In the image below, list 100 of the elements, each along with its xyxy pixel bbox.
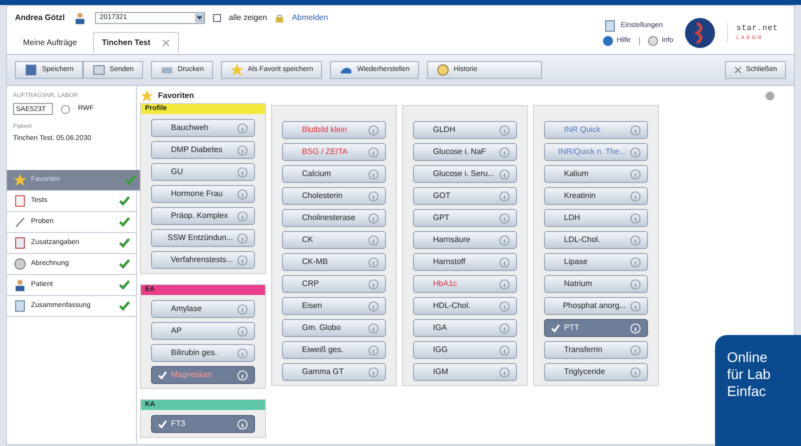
- test-button[interactable]: Kalium: [544, 165, 648, 183]
- test-button[interactable]: Präop. Komplex: [151, 207, 255, 225]
- checkmark-icon: [551, 324, 560, 332]
- test-button[interactable]: DMP Diabetes: [151, 141, 255, 159]
- info-icon: [368, 344, 379, 356]
- test-button[interactable]: GLDH: [413, 121, 517, 139]
- help-icon: [602, 36, 613, 46]
- test-button[interactable]: CRP: [282, 275, 386, 293]
- document-icon: [13, 299, 27, 313]
- test-button[interactable]: Bilirubin ges.: [151, 344, 255, 362]
- info-icon: [368, 146, 379, 158]
- list-icon: [13, 194, 27, 208]
- test-button[interactable]: Amylase: [151, 300, 255, 318]
- person-icon: [13, 278, 27, 292]
- test-button[interactable]: Cholinesterase: [282, 209, 386, 227]
- test-button[interactable]: BSG / ZEITA: [282, 143, 386, 161]
- info-icon: [368, 124, 379, 136]
- pen-icon: [13, 215, 27, 229]
- info-icon: [368, 190, 379, 202]
- test-button[interactable]: Gamma GT: [282, 363, 386, 381]
- info-icon: [630, 124, 641, 136]
- info-icon: [648, 36, 658, 46]
- test-button[interactable]: Eisen: [282, 297, 386, 315]
- help-icon[interactable]: [765, 91, 775, 101]
- info-icon: [499, 234, 510, 246]
- info-icon: [368, 212, 379, 224]
- info-icon: [630, 168, 641, 180]
- test-button[interactable]: Kreatinin: [544, 187, 648, 205]
- favorites-title: Favoriten: [158, 90, 194, 102]
- info-icon: [499, 146, 510, 158]
- banner-text: für Lab: [727, 366, 772, 383]
- info-icon: [630, 256, 641, 268]
- logo-text: star.net: [736, 22, 778, 35]
- test-button[interactable]: LDL-Chol.: [544, 231, 648, 249]
- logout-link[interactable]: Abmelden: [292, 12, 328, 24]
- checkmark-icon: [119, 259, 130, 269]
- checkmark-icon: [119, 217, 130, 227]
- tab[interactable]: Tinchen Test: [92, 32, 180, 53]
- test-button[interactable]: LDH: [544, 209, 648, 227]
- test-button[interactable]: Transferrin: [544, 341, 648, 359]
- info-icon: [237, 122, 248, 134]
- info-icon: [630, 234, 641, 246]
- info-icon: [630, 212, 641, 224]
- test-button[interactable]: GU: [151, 163, 255, 181]
- test-button[interactable]: Triglyceride: [544, 363, 648, 381]
- rwf-radio[interactable]: [61, 104, 70, 114]
- test-button[interactable]: Harnsäure: [413, 231, 517, 249]
- test-button[interactable]: Verfahrenstests...: [151, 251, 255, 269]
- clipboard-icon: [13, 236, 27, 250]
- info-icon: [630, 300, 641, 312]
- tab[interactable]: Meine Aufträge: [15, 33, 85, 53]
- lock-icon: [275, 13, 284, 23]
- test-button[interactable]: AP: [151, 322, 255, 340]
- user-name: Andrea Götzl: [15, 12, 65, 24]
- logo-icon: [685, 18, 716, 48]
- test-button[interactable]: Glucose i. NaF: [413, 143, 517, 161]
- test-button[interactable]: SSW Entzündun...: [151, 229, 255, 247]
- test-button[interactable]: Harnstoff: [413, 253, 517, 271]
- info-icon: [499, 212, 510, 224]
- test-button[interactable]: Glucose i. Seru...: [413, 165, 517, 183]
- info-icon: [237, 304, 248, 314]
- info-icon: [368, 300, 379, 312]
- info-icon: [237, 326, 248, 336]
- test-button[interactable]: Phosphat anorg...: [544, 297, 648, 315]
- info-icon: [499, 190, 510, 202]
- info-icon: [237, 348, 248, 358]
- test-button[interactable]: Gm. Globo: [282, 319, 386, 337]
- test-button[interactable]: Eiweiß ges.: [282, 341, 386, 359]
- info-icon: [630, 322, 641, 334]
- info-icon: [368, 256, 379, 268]
- show-all-checkbox[interactable]: [212, 14, 221, 22]
- info-icon: [499, 322, 510, 334]
- close-icon[interactable]: [162, 39, 170, 47]
- show-all-label: alle zeigen: [228, 12, 268, 24]
- test-button[interactable]: IGA: [413, 319, 517, 337]
- info-icon: [368, 322, 379, 334]
- info-icon: [499, 256, 510, 268]
- test-button[interactable]: PTT: [544, 319, 648, 337]
- test-button[interactable]: GOT: [413, 187, 517, 205]
- checkmark-icon: [119, 196, 130, 206]
- test-button[interactable]: IGM: [413, 363, 517, 381]
- info-icon: [368, 366, 379, 378]
- test-button[interactable]: Blutbild klein: [282, 121, 386, 139]
- test-button[interactable]: Hormone Frau: [151, 185, 255, 203]
- test-button[interactable]: FT3: [151, 415, 255, 433]
- test-button[interactable]: Cholesterin: [282, 187, 386, 205]
- test-button[interactable]: CK-MB: [282, 253, 386, 271]
- test-button[interactable]: HDL-Chol.: [413, 297, 517, 315]
- test-button[interactable]: Calcium: [282, 165, 386, 183]
- info-icon: [499, 168, 510, 180]
- test-button[interactable]: IGG: [413, 341, 517, 359]
- test-button[interactable]: Bauchweh: [151, 119, 255, 137]
- test-button[interactable]: CK: [282, 231, 386, 249]
- test-button[interactable]: Lipase: [544, 253, 648, 271]
- test-button[interactable]: Natrium: [544, 275, 648, 293]
- test-button[interactable]: GPT: [413, 209, 517, 227]
- star-icon: [13, 173, 27, 187]
- info-icon: [499, 300, 510, 312]
- coin-icon: [13, 257, 27, 271]
- banner-text: Einfac: [727, 383, 767, 400]
